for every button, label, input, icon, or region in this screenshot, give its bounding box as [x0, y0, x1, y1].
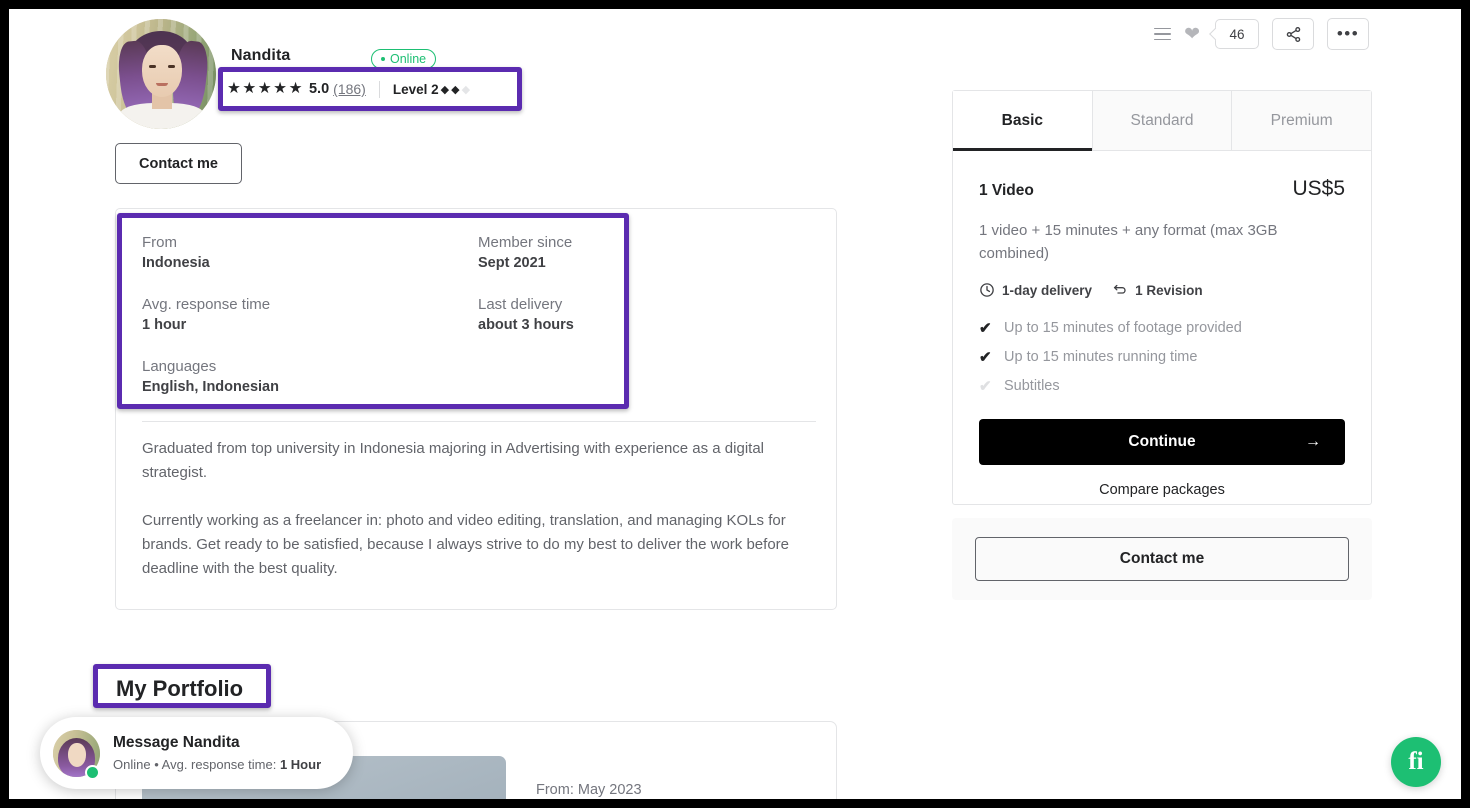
- message-avatar-face: [68, 742, 86, 767]
- online-dot-icon: [381, 57, 385, 61]
- online-status-badge: Online: [371, 49, 437, 69]
- info-value: 1 hour: [142, 317, 187, 333]
- hamburger-icon[interactable]: [1154, 27, 1172, 41]
- avatar-eye-left: [149, 65, 156, 68]
- package-header: 1 Video US$5: [979, 177, 1345, 201]
- refresh-icon: [1113, 284, 1126, 294]
- info-item-languages: Languages English, Indonesian: [142, 358, 478, 395]
- seller-level: Level 2: [392, 81, 439, 97]
- message-seller-widget[interactable]: Message Nandita Online • Avg. response t…: [40, 717, 353, 789]
- avatar[interactable]: [106, 19, 216, 129]
- package-body: 1 Video US$5 1 video + 15 minutes + any …: [953, 151, 1371, 498]
- portfolio-date: From: May 2023: [536, 782, 642, 798]
- info-item-member-since: Member since Sept 2021: [478, 234, 642, 271]
- compare-packages-link[interactable]: Compare packages: [979, 482, 1345, 498]
- message-widget-separator: •: [154, 757, 159, 772]
- info-label: Avg. response time: [142, 296, 271, 313]
- clock-icon: [980, 283, 994, 297]
- feature-label: Up to 15 minutes running time: [1004, 349, 1198, 365]
- package-description: 1 video + 15 minutes + any format (max 3…: [979, 222, 1278, 262]
- share-icon: [1286, 26, 1300, 42]
- seller-info-card: From Indonesia Member since Sept 2021 Av…: [115, 208, 837, 610]
- check-icon: ✔: [979, 320, 992, 337]
- message-widget-status: Online: [113, 757, 151, 772]
- package-tabs: Basic Standard Premium: [953, 91, 1372, 151]
- message-widget-title: Message Nandita: [113, 734, 240, 751]
- package-features: ✔ Up to 15 minutes of footage provided ✔…: [979, 319, 1345, 395]
- feature-item: ✔ Up to 15 minutes running time: [979, 348, 1345, 366]
- package-price: US$5: [1292, 177, 1345, 200]
- feature-item: ✔ Up to 15 minutes of footage provided: [979, 319, 1345, 337]
- info-label: Last delivery: [478, 296, 563, 313]
- seller-name: Nandita: [231, 47, 291, 64]
- rating-value: 5.0: [308, 81, 330, 97]
- info-item-last-delivery: Last delivery about 3 hours: [478, 296, 642, 333]
- info-value: English, Indonesian: [142, 379, 279, 395]
- contact-me-button-top[interactable]: Contact me: [115, 143, 242, 184]
- more-options-icon: •••: [1336, 24, 1360, 43]
- page-title-portfolio: My Portfolio: [108, 672, 252, 706]
- message-widget-text: Message Nandita Online • Avg. response t…: [113, 734, 321, 772]
- description-paragraph-2: Currently working as a freelancer in: ph…: [142, 511, 789, 578]
- page-frame: Nandita Online ★★★★★ 5.0 (186) Level 2 ◆…: [9, 9, 1461, 799]
- favorites-count-badge[interactable]: 46: [1215, 19, 1259, 49]
- tab-basic[interactable]: Basic: [953, 91, 1093, 151]
- star-rating-icon: ★★★★★: [227, 80, 304, 98]
- package-panel: Basic Standard Premium 1 Video US$5 1 vi…: [952, 90, 1372, 505]
- tab-premium[interactable]: Premium: [1232, 91, 1372, 150]
- info-item-from: From Indonesia: [142, 234, 478, 271]
- message-widget-response-label: Avg. response time:: [161, 757, 277, 772]
- feature-label: Up to 15 minutes of footage provided: [1004, 320, 1242, 336]
- check-icon: ✔: [979, 349, 992, 366]
- continue-button[interactable]: Continue →: [979, 419, 1345, 465]
- info-value: Sept 2021: [478, 255, 546, 271]
- feature-label: Subtitles: [1004, 378, 1060, 394]
- fiverr-chat-fab[interactable]: fi: [1391, 737, 1441, 787]
- seller-description: Graduated from top university in Indones…: [142, 437, 818, 581]
- check-icon-disabled: ✔: [979, 378, 992, 395]
- seller-info-grid: From Indonesia Member since Sept 2021 Av…: [142, 234, 642, 395]
- card-divider: [142, 421, 816, 422]
- fiverr-logo-icon: fi: [1408, 748, 1424, 775]
- seller-rating-row: ★★★★★ 5.0 (186) Level 2 ◆ ◆ ◆: [227, 75, 513, 103]
- info-label: From: [142, 234, 177, 251]
- package-name: 1 Video: [979, 182, 1034, 199]
- arrow-right-icon: →: [1305, 433, 1321, 450]
- info-value: Indonesia: [142, 255, 210, 271]
- online-status-label: Online: [390, 52, 427, 66]
- side-contact-panel: Contact me: [952, 518, 1372, 600]
- rating-count-link[interactable]: (186): [333, 81, 366, 97]
- info-label: Member since: [478, 234, 573, 251]
- description-paragraph-1: Graduated from top university in Indones…: [142, 440, 765, 482]
- message-widget-subtitle: Online • Avg. response time: 1 Hour: [113, 757, 321, 772]
- page-toolbar: ❤ 46 •••: [1154, 18, 1369, 50]
- level-diamond-empty-icon: ◆: [461, 83, 471, 96]
- online-indicator-dot: [85, 765, 100, 780]
- contact-me-button-side[interactable]: Contact me: [975, 537, 1349, 581]
- avatar-face: [142, 45, 182, 97]
- info-value: about 3 hours: [478, 317, 574, 333]
- info-item-response-time: Avg. response time 1 hour: [142, 296, 478, 333]
- tab-standard[interactable]: Standard: [1092, 91, 1233, 150]
- level-diamond-filled-icon: ◆: [440, 83, 450, 96]
- divider: [378, 80, 380, 98]
- more-options-button[interactable]: •••: [1327, 18, 1369, 50]
- package-meta: 1-day delivery 1 Revision: [979, 282, 1345, 298]
- level-diamond-filled-icon-2: ◆: [451, 83, 460, 96]
- message-widget-response-value: 1 Hour: [279, 757, 322, 772]
- continue-label: Continue: [1128, 433, 1196, 450]
- delivery-time: 1-day delivery: [979, 282, 1092, 298]
- info-label: Languages: [142, 358, 217, 375]
- avatar-mouth: [156, 83, 168, 86]
- heart-icon[interactable]: ❤: [1184, 25, 1200, 44]
- revisions-label: 1 Revision: [1135, 282, 1203, 298]
- feature-item-disabled: ✔ Subtitles: [979, 377, 1345, 395]
- avatar-eye-right: [168, 65, 175, 68]
- revisions: 1 Revision: [1112, 282, 1203, 298]
- delivery-label: 1-day delivery: [1002, 282, 1093, 298]
- share-button[interactable]: [1272, 18, 1314, 50]
